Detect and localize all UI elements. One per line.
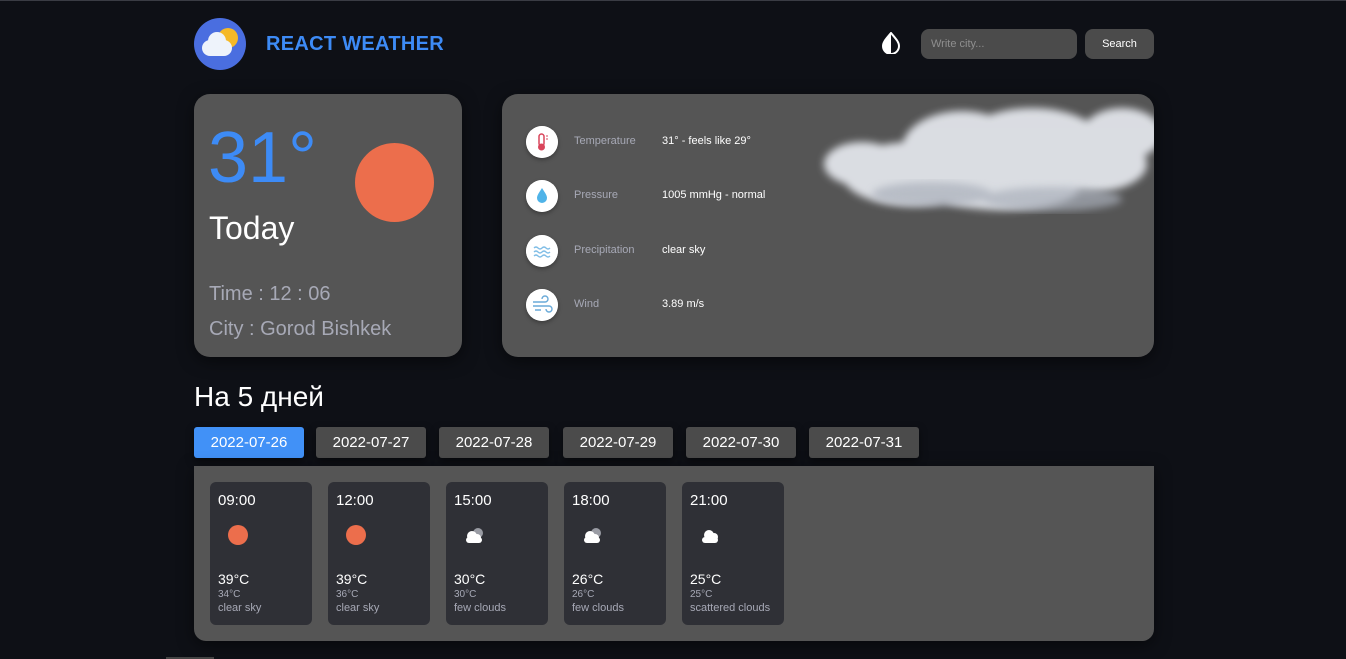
today-card: 31° Today Time : 12 : 06 City : Gorod Bi… [194, 94, 462, 357]
hour-temp: 25°C [690, 571, 722, 587]
hour-feels-like: 34°C [218, 589, 241, 600]
detail-row-temperature: Temperature 31° - feels like 29° [526, 126, 926, 160]
precipitation-icon [526, 235, 558, 267]
tab-2022-07-27[interactable]: 2022-07-27 [316, 427, 426, 458]
tab-2022-07-30[interactable]: 2022-07-30 [686, 427, 796, 458]
detail-label: Temperature [574, 135, 636, 147]
detail-row-precipitation: Precipitation clear sky [526, 235, 926, 269]
hourly-forecast-panel: 09:00 39°C 34°C clear sky 12:00 39°C 36°… [194, 466, 1154, 641]
hour-card: 21:00 25°C 25°C scattered clouds [682, 482, 784, 625]
date-tabs: 2022-07-26 2022-07-27 2022-07-28 2022-07… [194, 427, 994, 459]
today-label: Today [209, 210, 295, 246]
sun-icon [228, 525, 248, 545]
hour-card: 15:00 30°C 30°C few clouds [446, 482, 548, 625]
hour-time: 21:00 [690, 492, 728, 509]
weather-details-card: Temperature 31° - feels like 29° Pressur… [502, 94, 1154, 357]
hour-temp: 26°C [572, 571, 604, 587]
hour-description: clear sky [218, 602, 262, 614]
tab-2022-07-29[interactable]: 2022-07-29 [563, 427, 673, 458]
hour-card: 12:00 39°C 36°C clear sky [328, 482, 430, 625]
hour-time: 15:00 [454, 492, 492, 509]
detail-value: 3.89 m/s [662, 298, 705, 310]
weather-logo-icon [194, 18, 246, 70]
hour-description: few clouds [454, 602, 506, 614]
search-button[interactable]: Search [1085, 29, 1154, 59]
detail-label: Wind [574, 298, 600, 310]
hour-temp: 39°C [218, 571, 250, 587]
few-clouds-icon [466, 528, 483, 543]
sun-icon [346, 525, 366, 545]
city-search-input[interactable] [921, 29, 1077, 59]
hour-description: clear sky [336, 602, 380, 614]
detail-row-wind: Wind 3.89 m/s [526, 289, 926, 323]
hour-temp: 30°C [454, 571, 486, 587]
detail-value: clear sky [662, 244, 706, 256]
hour-feels-like: 30°C [454, 589, 477, 600]
thermometer-icon [526, 126, 558, 158]
current-time: Time : 12 : 06 [209, 283, 331, 305]
app-title: REACT WEATHER [266, 33, 444, 55]
current-temperature: 31° [208, 118, 317, 198]
hour-feels-like: 26°C [572, 589, 595, 600]
wind-icon [526, 289, 558, 321]
theme-toggle-icon[interactable] [881, 32, 901, 54]
tab-2022-07-28[interactable]: 2022-07-28 [439, 427, 549, 458]
hour-description: scattered clouds [690, 602, 771, 614]
hour-feels-like: 36°C [336, 589, 359, 600]
detail-label: Pressure [574, 189, 619, 201]
detail-value: 31° - feels like 29° [662, 135, 751, 147]
hour-card: 09:00 39°C 34°C clear sky [210, 482, 312, 625]
forecast-title: На 5 дней [194, 381, 324, 412]
tab-2022-07-31[interactable]: 2022-07-31 [809, 427, 919, 458]
hour-feels-like: 25°C [690, 589, 713, 600]
app-header: REACT WEATHER Search [194, 17, 1154, 71]
detail-value: 1005 mmHg - normal [662, 189, 766, 201]
drop-icon [526, 180, 558, 212]
hour-description: few clouds [572, 602, 624, 614]
few-clouds-icon [584, 528, 601, 543]
sun-icon [355, 143, 434, 222]
detail-row-pressure: Pressure 1005 mmHg - normal [526, 180, 926, 214]
hour-card: 18:00 26°C 26°C few clouds [564, 482, 666, 625]
detail-label: Precipitation [574, 244, 635, 256]
current-city: City : Gorod Bishkek [209, 318, 392, 340]
hour-time: 18:00 [572, 492, 610, 509]
cloud-icon [702, 530, 718, 543]
hour-time: 12:00 [336, 492, 374, 509]
hour-time: 09:00 [218, 492, 256, 509]
hour-temp: 39°C [336, 571, 368, 587]
tab-2022-07-26[interactable]: 2022-07-26 [194, 427, 304, 458]
